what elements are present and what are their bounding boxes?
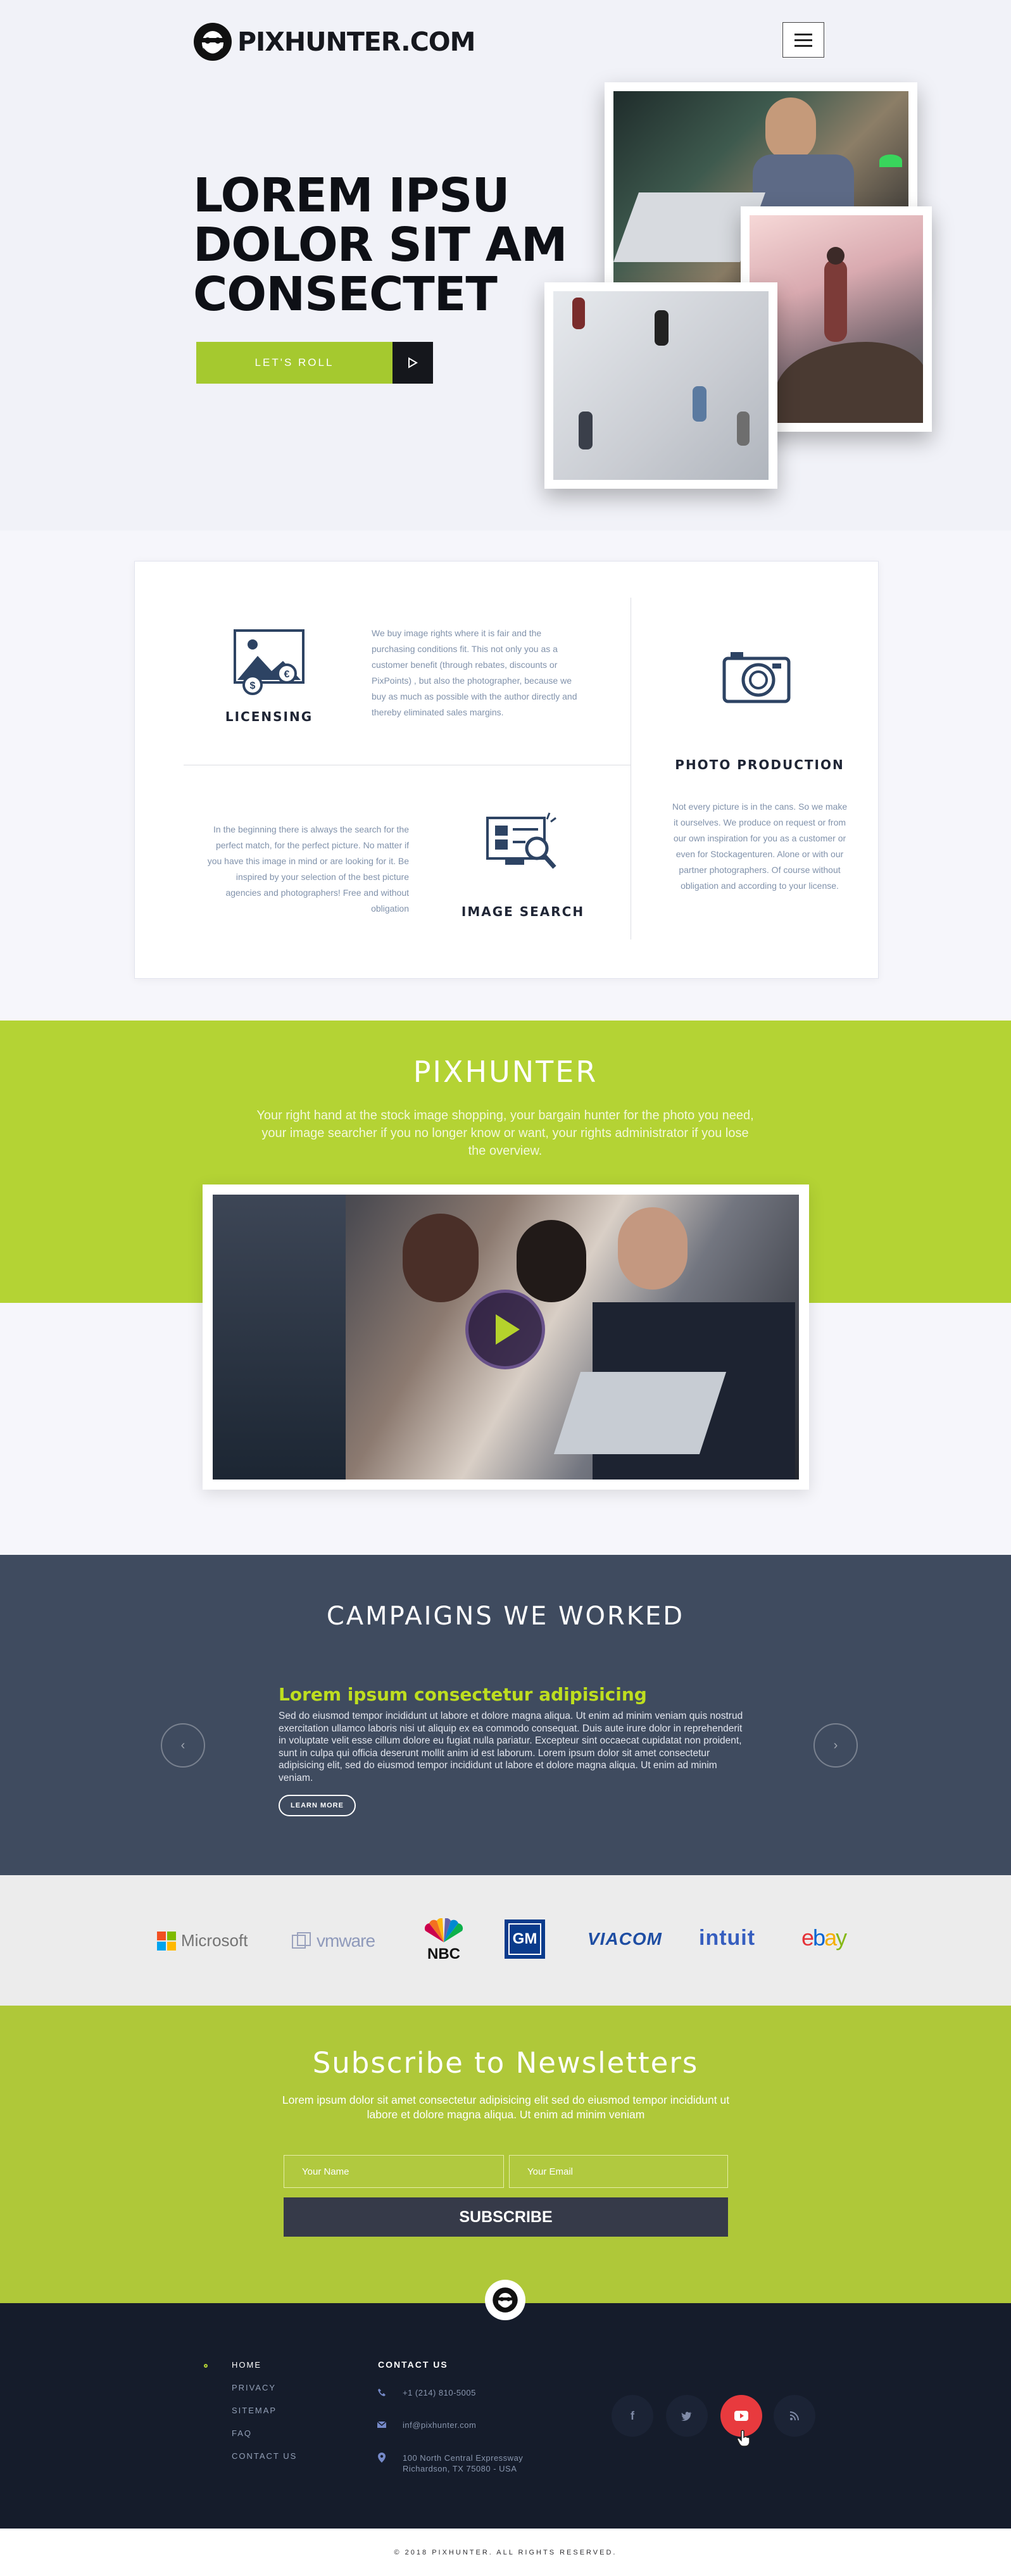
location-pin-icon bbox=[378, 2453, 386, 2463]
rss-button[interactable] bbox=[774, 2395, 815, 2437]
site-logo[interactable]: PIXHUNTER.COM bbox=[193, 18, 475, 66]
twitter-button[interactable] bbox=[666, 2395, 708, 2437]
microsoft-windows-icon bbox=[157, 1931, 176, 1951]
footer-nav-faq[interactable]: FAQ bbox=[232, 2428, 252, 2438]
footer-nav-sitemap[interactable]: SITEMAP bbox=[232, 2406, 277, 2415]
image-search-title: IMAGE SEARCH bbox=[461, 904, 585, 919]
facebook-button[interactable]: f bbox=[612, 2395, 653, 2437]
photo-production-title: PHOTO PRODUCTION bbox=[675, 757, 845, 772]
newsletter-title: Subscribe to Newsletters bbox=[312, 2046, 699, 2080]
rss-icon bbox=[789, 2411, 799, 2421]
viacom-logo: VIACOM bbox=[587, 1929, 662, 1949]
carousel-next-button[interactable]: › bbox=[813, 1723, 858, 1768]
nbc-peacock-icon bbox=[424, 1918, 463, 1942]
contact-title: CONTACT US bbox=[378, 2359, 448, 2370]
copyright-text: © 2018 PIXHUNTER. ALL RIGHTS RESERVED. bbox=[394, 2549, 617, 2556]
facebook-icon: f bbox=[631, 2409, 634, 2422]
vmware-logo: vmware bbox=[291, 1931, 375, 1951]
campaign-text: Sed do eiusmod tempor incididunt ut labo… bbox=[279, 1711, 743, 1783]
contact-email[interactable]: inf@pixhunter.com bbox=[403, 2420, 476, 2430]
ebay-logo: ebay bbox=[801, 1925, 847, 1951]
play-icon bbox=[496, 1314, 520, 1345]
footer-nav-home[interactable]: HOME bbox=[232, 2360, 261, 2370]
chevron-left-icon: ‹ bbox=[180, 1738, 185, 1752]
campaign-heading: Lorem ipsum consectetur adipisicing bbox=[279, 1684, 647, 1705]
phone-icon bbox=[378, 2389, 386, 2396]
licensing-text: We buy image rights where it is fair and… bbox=[372, 628, 577, 717]
logo-text: PIXHUNTER.COM bbox=[237, 27, 475, 57]
twitter-icon bbox=[681, 2411, 692, 2421]
contact-address: 100 North Central Expressway Richardson,… bbox=[403, 2453, 524, 2473]
subscribe-button[interactable]: SUBSCRIBE bbox=[284, 2197, 728, 2237]
contact-phone[interactable]: +1 (214) 810-5005 bbox=[403, 2387, 476, 2398]
footer-nav-contact[interactable]: CONTACT US bbox=[232, 2451, 297, 2461]
carousel-prev-button[interactable]: ‹ bbox=[161, 1723, 205, 1768]
newsletter-text: Lorem ipsum dolor sit amet consectetur a… bbox=[282, 2094, 730, 2121]
campaigns-title: CAMPAIGNS WE WORKED bbox=[326, 1602, 685, 1631]
svg-text:€: € bbox=[284, 669, 290, 680]
hand-cursor-icon bbox=[737, 2430, 750, 2447]
intuit-logo: intuit bbox=[699, 1926, 756, 1950]
licensing-icon: $ € bbox=[234, 629, 305, 695]
active-nav-indicator bbox=[204, 2364, 208, 2368]
name-input[interactable]: Your Name bbox=[284, 2155, 504, 2188]
svg-text:$: $ bbox=[250, 681, 256, 691]
photo-production-text: Not every picture is in the cans. So we … bbox=[672, 801, 848, 891]
image-search-text: In the beginning there is always the sea… bbox=[207, 824, 409, 914]
nbc-logo: NBC bbox=[423, 1918, 465, 1962]
footer-logo-badge bbox=[485, 2280, 525, 2320]
logo-face-icon bbox=[493, 2287, 518, 2313]
lets-roll-button[interactable]: LET'S ROLL bbox=[196, 342, 433, 384]
licensing-title: LICENSING bbox=[225, 709, 313, 724]
email-input[interactable]: Your Email bbox=[509, 2155, 728, 2188]
logo-face-icon bbox=[194, 23, 232, 61]
hero-photo-walking-people bbox=[544, 282, 777, 489]
about-subtitle: Your right hand at the stock image shopp… bbox=[256, 1109, 754, 1158]
microsoft-logo: Microsoft bbox=[157, 1931, 248, 1951]
footer bbox=[0, 2303, 1011, 2529]
cta-label: LET'S ROLL bbox=[196, 342, 392, 384]
about-title: PIXHUNTER bbox=[413, 1055, 598, 1089]
play-button[interactable] bbox=[465, 1290, 545, 1369]
footer-nav-privacy[interactable]: PRIVACY bbox=[232, 2383, 276, 2392]
youtube-icon bbox=[734, 2411, 748, 2421]
video-player[interactable] bbox=[203, 1184, 809, 1490]
learn-more-button[interactable]: LEARN MORE bbox=[279, 1795, 356, 1816]
image-search-icon bbox=[486, 812, 556, 869]
hamburger-icon bbox=[794, 33, 812, 35]
gm-logo: GM bbox=[505, 1919, 545, 1959]
play-arrow-icon bbox=[392, 342, 433, 384]
camera-icon bbox=[722, 652, 791, 703]
vmware-icon bbox=[292, 1932, 311, 1949]
menu-button[interactable] bbox=[782, 22, 824, 58]
hero-title: LOREM IPSU DOLOR SIT AM CONSECTET bbox=[193, 168, 567, 322]
chevron-right-icon: › bbox=[833, 1738, 838, 1752]
mail-icon bbox=[377, 2421, 386, 2428]
